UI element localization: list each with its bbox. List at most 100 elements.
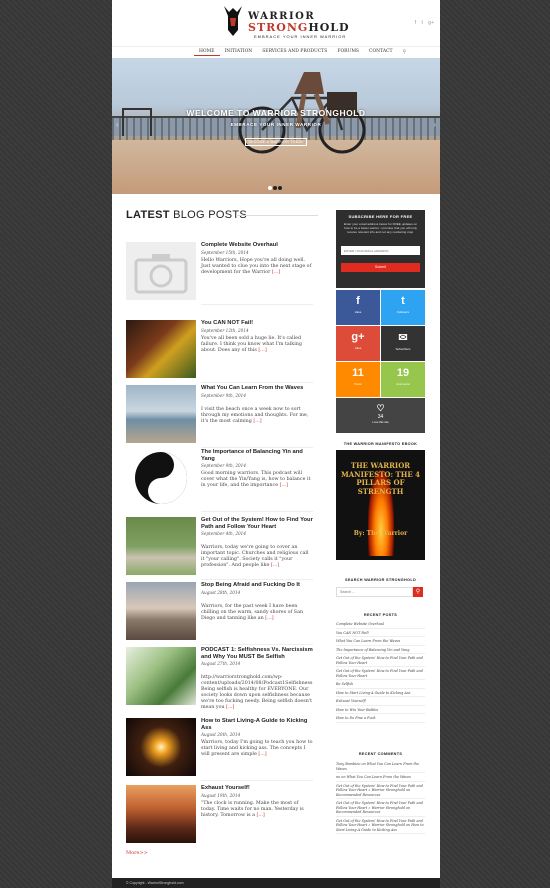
slider-dot-2[interactable] xyxy=(273,186,277,190)
recent-post-link[interactable]: Exhaust Yourself! xyxy=(336,697,425,706)
read-more-link[interactable]: [...] xyxy=(258,752,266,757)
read-more-link[interactable]: [...] xyxy=(256,813,264,818)
post-thumbnail[interactable] xyxy=(126,785,196,843)
post-date: September 9th, 2014 xyxy=(201,392,247,398)
post-divider xyxy=(201,511,313,512)
google-plus-tile[interactable]: g+ Likes xyxy=(336,326,380,361)
recent-post-link[interactable]: Be Selfish xyxy=(336,680,425,689)
search-button[interactable]: ⚲ xyxy=(413,587,423,597)
nav-forums[interactable]: FORUMS xyxy=(332,48,364,56)
more-posts-link[interactable]: More>> xyxy=(126,850,148,856)
comments-count-tile[interactable]: 19 Comments xyxy=(381,362,425,397)
post-title[interactable]: What You Can Learn From the Waves Septemb… xyxy=(201,385,313,398)
post-divider xyxy=(201,644,313,645)
post-item: How to Start Living-A Guide to Kicking A… xyxy=(126,718,318,782)
post-title[interactable]: PODCAST 1: Selfishness Vs. Narcissism an… xyxy=(201,647,313,666)
posts-count-tile[interactable]: 11 Posts xyxy=(336,362,380,397)
title-divider xyxy=(236,215,318,216)
post-thumbnail[interactable] xyxy=(126,385,196,443)
post-title[interactable]: How to Start Living-A Guide to Kicking A… xyxy=(201,718,313,737)
post-divider xyxy=(201,304,313,305)
post-thumbnail[interactable] xyxy=(126,242,196,300)
email-subscribers-tile[interactable]: ✉ Subscribers xyxy=(381,326,425,361)
post-title[interactable]: Exhaust Yourself! August 19th, 2014 xyxy=(201,785,313,798)
read-more-link[interactable]: [...] xyxy=(258,348,266,353)
recent-post-link[interactable]: How to Do Fine a Fuck xyxy=(336,714,425,723)
recent-post-link[interactable]: The Importance of Balancing Yin and Yang xyxy=(336,646,425,654)
copyright-text: © Copyright - WarriorStronghold.com xyxy=(126,881,184,885)
hero-headline: WELCOME TO WARRIOR STRONGHOLD xyxy=(186,108,366,118)
slider-dots xyxy=(268,186,283,190)
post-title[interactable]: The Importance of Balancing Yin and Yang… xyxy=(201,449,313,468)
slider-next-arrow[interactable]: › xyxy=(433,120,436,129)
google-plus-icon[interactable]: g+ xyxy=(428,20,434,26)
read-more-link[interactable]: [...] xyxy=(280,483,288,488)
social-share-grid: f Likes t Followers g+ Likes ✉ Subscribe… xyxy=(336,290,425,433)
post-title[interactable]: Get Out of the System! How to Find Your … xyxy=(201,517,313,536)
love-tile[interactable]: ♡ 34 Love this site xyxy=(336,398,425,433)
read-more-link[interactable]: [...] xyxy=(272,270,280,275)
facebook-icon[interactable]: f xyxy=(415,20,416,26)
post-thumbnail[interactable] xyxy=(126,517,196,575)
email-field[interactable] xyxy=(341,246,420,255)
ebook-cover-author: By: The Warrior xyxy=(353,530,408,537)
post-excerpt: Hello Warriors, Hope you're all doing we… xyxy=(201,258,312,276)
ebook-cover[interactable]: THE WARRIOR MANIFESTO: THE 4 PILLARS OF … xyxy=(336,450,425,560)
nav-initiation[interactable]: INITIATION xyxy=(220,48,258,56)
recent-post-link[interactable]: Complete Website Overhaul xyxy=(336,620,425,629)
google-plus-icon: g+ xyxy=(351,331,365,343)
posts-count: 11 xyxy=(352,367,364,379)
subscribe-submit-button[interactable]: Submit xyxy=(341,263,420,272)
nav-home[interactable]: HOME xyxy=(194,48,220,56)
nav-search-icon[interactable]: ⚲ xyxy=(398,48,412,56)
post-title[interactable]: You CAN NOT Fail! September 12th, 2014 xyxy=(201,320,313,333)
site-logo[interactable]: WARRIOR STRONGHOLD EMBRACE YOUR INNER WA… xyxy=(220,2,370,42)
slider-prev-arrow[interactable]: ‹ xyxy=(116,120,119,129)
post-thumbnail[interactable] xyxy=(126,718,196,776)
post-title[interactable]: Stop Being Afraid and Fucking Do It Augus… xyxy=(201,582,313,595)
post-divider xyxy=(201,780,313,781)
main-nav: HOME INITIATION SERVICES AND PRODUCTS FO… xyxy=(112,46,440,58)
read-more-link[interactable]: [...] xyxy=(265,616,273,621)
post-item: The Importance of Balancing Yin and Yang… xyxy=(126,449,318,513)
slider-dot-3[interactable] xyxy=(278,186,282,190)
slider-dot-1[interactable] xyxy=(268,186,272,190)
post-thumbnail[interactable] xyxy=(126,647,196,705)
recent-comment-link[interactable]: Get Out of the System! How to Find Your … xyxy=(336,817,425,834)
hero-cta-button[interactable]: BECOME A WARRIOR TODAY xyxy=(245,138,307,146)
recent-comments-list: Tony Bambino on What You Can Learn From … xyxy=(336,760,425,834)
nav-contact[interactable]: CONTACT xyxy=(364,48,398,56)
post-date: September 9th, 2014 xyxy=(201,463,247,468)
recent-comment-link[interactable]: no on What You Can Learn From the Waves xyxy=(336,773,425,782)
recent-post-link[interactable]: How to Start Living-A Guide to Kicking A… xyxy=(336,689,425,697)
recent-comment-link[interactable]: Tony Bambino on What You Can Learn From … xyxy=(336,760,425,773)
facebook-icon: f xyxy=(356,295,360,307)
facebook-tile[interactable]: f Likes xyxy=(336,290,380,325)
post-excerpt: Warriors, today I'm going to teach you h… xyxy=(201,740,313,758)
read-more-link[interactable]: [...] xyxy=(226,705,234,710)
post-thumbnail[interactable] xyxy=(126,449,196,507)
twitter-tile[interactable]: t Followers xyxy=(381,290,425,325)
recent-post-link[interactable]: Get Out of the System! How to Find Your … xyxy=(336,654,425,667)
nav-services-products[interactable]: SERVICES AND PRODUCTS xyxy=(257,48,332,56)
recent-post-link[interactable]: You CAN NOT Fail! xyxy=(336,629,425,637)
brand-tagline: EMBRACE YOUR INNER WARRIOR xyxy=(254,34,347,39)
twitter-icon: t xyxy=(401,295,405,307)
search-input[interactable] xyxy=(336,587,413,597)
recent-comment-link[interactable]: Get Out of the System! How to Find Your … xyxy=(336,782,425,799)
ebook-widget-title: THE WARRIOR MANIFESTO EBOOK xyxy=(343,442,418,446)
read-more-link[interactable]: [...] xyxy=(253,419,261,424)
heart-icon: ♡ xyxy=(376,403,385,413)
subscribe-title: SUBSCRIBE HERE FOR FREE xyxy=(348,214,413,219)
post-item: You CAN NOT Fail! September 12th, 2014 Yo… xyxy=(126,320,318,384)
post-thumbnail[interactable] xyxy=(126,320,196,378)
recent-posts-list: Complete Website Overhaul You CAN NOT Fa… xyxy=(336,620,425,723)
recent-post-link[interactable]: Get Out of the System! How to Find Your … xyxy=(336,667,425,680)
post-title[interactable]: Complete Website Overhaul September 15th,… xyxy=(201,242,313,255)
read-more-link[interactable]: [...] xyxy=(271,563,279,568)
recent-comment-link[interactable]: Get Out of the System! How to Find Your … xyxy=(336,799,425,817)
recent-post-link[interactable]: How to Win Your Battles xyxy=(336,706,425,714)
recent-post-link[interactable]: What You Can Learn From the Waves xyxy=(336,637,425,646)
twitter-icon[interactable]: t xyxy=(422,20,423,26)
post-thumbnail[interactable] xyxy=(126,582,196,640)
